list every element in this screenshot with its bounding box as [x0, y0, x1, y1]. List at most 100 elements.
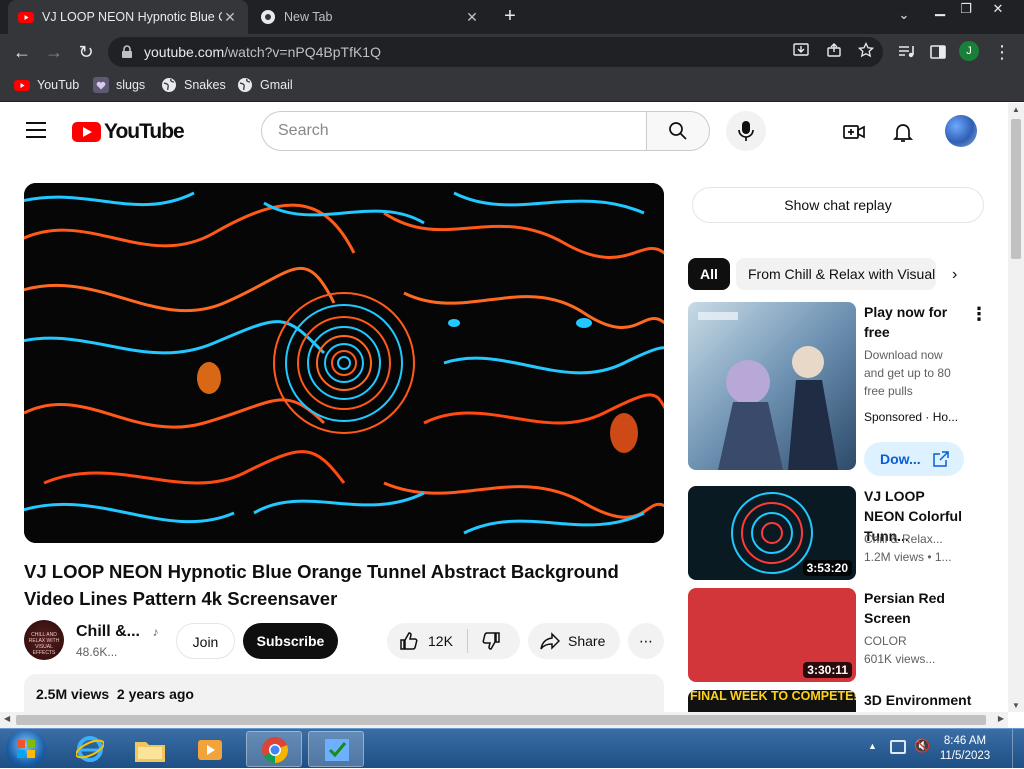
account-avatar[interactable] [945, 115, 977, 147]
new-tab-plus-icon[interactable]: + [499, 5, 521, 27]
show-desktop-button[interactable] [1012, 729, 1024, 769]
like-divider [467, 629, 468, 653]
channel-name[interactable]: Chill &... ♪ [76, 623, 158, 641]
rec-title: 3D Environment [864, 692, 972, 708]
search-button[interactable] [646, 111, 710, 151]
ad-cta-button[interactable]: Dow... [864, 442, 964, 476]
scroll-left-arrow-icon[interactable]: ◀ [4, 714, 10, 723]
cta-label: Dow... [880, 451, 921, 467]
minimize-icon[interactable]: ▁ [926, 0, 954, 20]
bookmark-star-icon[interactable] [858, 42, 874, 58]
channel-avatar[interactable]: CHILL AND RELAX WITH VISUAL EFFECTS [24, 620, 64, 660]
scroll-right-arrow-icon[interactable]: ▶ [998, 714, 1004, 723]
voice-search-button[interactable] [726, 111, 766, 151]
taskbar-media-player[interactable] [182, 731, 238, 767]
forward-arrow-icon[interactable]: → [42, 40, 66, 64]
menu-hamburger-icon[interactable] [26, 122, 46, 138]
side-panel-icon[interactable] [929, 43, 947, 61]
join-button[interactable]: Join [176, 623, 235, 659]
share-button[interactable]: Share [528, 623, 620, 659]
thumbs-up-icon [400, 632, 418, 650]
recommendation-item[interactable]: 3:30:11 Persian Red Screen COLOR 601K vi… [688, 588, 1008, 682]
thumbs-down-icon[interactable] [481, 631, 501, 651]
rec-thumbnail[interactable]: 3:30:11 [688, 588, 856, 682]
video-player[interactable] [24, 183, 664, 543]
address-bar[interactable]: youtube.com/watch?v=nPQ4BpTfK1Q [108, 37, 883, 67]
notifications-bell-icon[interactable] [892, 121, 914, 143]
rec-title: Play now for free [864, 304, 948, 340]
horizontal-scrollbar[interactable]: ◀ ▶ [0, 712, 1008, 728]
chevron-right-icon[interactable]: › [952, 266, 957, 284]
restore-icon[interactable]: ❐ [952, 0, 980, 20]
recommendation-item[interactable]: 3:53:20 VJ LOOP NEON Colorful Tunn... Ch… [688, 486, 1008, 580]
show-hidden-icons-icon[interactable]: ▲ [868, 741, 877, 751]
like-count: 12K [428, 633, 453, 649]
youtube-favicon-icon [18, 12, 34, 23]
rec-views: 1.2M views • 1... [864, 550, 952, 564]
back-arrow-icon[interactable]: ← [10, 40, 34, 64]
horizontal-scroll-thumb[interactable] [16, 715, 986, 725]
chip-all[interactable]: All [688, 258, 730, 290]
vertical-scrollbar[interactable]: ▲ ▼ [1008, 103, 1024, 712]
scroll-up-arrow-icon[interactable]: ▲ [1012, 105, 1020, 114]
share-arrow-icon [540, 632, 560, 650]
show-chat-replay-button[interactable]: Show chat replay [692, 187, 984, 223]
youtube-logo[interactable]: YouTube [72, 120, 185, 144]
vertical-scroll-thumb[interactable] [1011, 119, 1021, 259]
scroll-down-arrow-icon[interactable]: ▼ [1012, 701, 1020, 710]
tab-youtube-video[interactable]: VJ LOOP NEON Hypnotic Blue Or ✕ [8, 0, 248, 34]
rec-thumbnail[interactable]: 3:53:20 [688, 486, 856, 580]
chip-from-channel[interactable]: From Chill & Relax with Visual [736, 258, 936, 290]
channel-name-text: Chill &... [76, 623, 140, 640]
description-box[interactable]: 2.5M views 2 years ago [24, 674, 664, 712]
more-actions-icon[interactable]: ⋯ [628, 623, 664, 659]
tab-close-icon[interactable]: ✕ [222, 9, 238, 26]
taskbar-internet-explorer[interactable] [62, 731, 118, 767]
profile-avatar[interactable]: J [959, 41, 979, 61]
bookmark-label: slugs [116, 78, 146, 92]
external-link-icon [933, 451, 949, 467]
rec-thumbnail[interactable]: FINAL WEEK TO COMPETE! [688, 690, 856, 712]
taskbar-file-explorer[interactable] [122, 731, 178, 767]
rec-sponsored: Sponsored · Ho... [864, 410, 959, 424]
more-menu-icon[interactable]: ⋮ [990, 40, 1014, 64]
youtube-play-icon [72, 122, 101, 142]
lock-icon [122, 45, 132, 58]
search-input[interactable]: Search [261, 111, 647, 151]
tab-close-icon[interactable]: ✕ [464, 9, 480, 26]
recommendation-ad[interactable]: Play now for free Download now and get u… [688, 302, 1008, 476]
system-clock[interactable]: 8:46 AM 11/5/2023 [935, 734, 995, 764]
more-vertical-icon[interactable]: ⋮ [970, 304, 988, 325]
bookmark-slugs[interactable]: slugs [93, 77, 145, 93]
network-icon[interactable] [890, 740, 906, 754]
tab-new-tab[interactable]: New Tab ✕ [250, 0, 490, 34]
share-label: Share [568, 633, 606, 649]
bookmark-gmail[interactable]: Gmail [237, 77, 293, 93]
ad-thumbnail[interactable] [688, 302, 856, 470]
like-button[interactable]: 12K [387, 623, 467, 659]
volume-muted-icon[interactable]: 🔇 [914, 738, 930, 754]
taskbar-app[interactable] [308, 731, 364, 767]
reload-icon[interactable]: ↻ [74, 40, 98, 64]
subscribe-button[interactable]: Subscribe [243, 623, 338, 659]
internet-explorer-icon [76, 736, 104, 762]
like-dislike-group: 12K [387, 623, 520, 659]
windows-logo-icon [17, 740, 35, 758]
share-page-icon[interactable] [826, 42, 842, 58]
rec-description: Download now and get up to 80 free pulls [864, 348, 951, 398]
clock-date: 11/5/2023 [939, 750, 991, 762]
bookmark-snakes[interactable]: Snakes [161, 77, 226, 93]
install-app-icon[interactable] [793, 42, 809, 58]
taskbar-chrome[interactable] [246, 731, 302, 767]
tab-search-chevron-icon[interactable]: ⌄ [890, 6, 918, 26]
bookmark-youtube[interactable]: YouTub [14, 77, 79, 93]
start-button[interactable] [6, 730, 46, 768]
recommendation-item[interactable]: FINAL WEEK TO COMPETE! 3D Environment [688, 690, 1008, 712]
globe-icon [238, 78, 252, 92]
media-queue-icon[interactable] [897, 43, 915, 61]
video-duration: 3:30:11 [803, 662, 852, 678]
views-and-date: 2.5M views 2 years ago [36, 686, 194, 702]
microphone-icon [738, 121, 754, 141]
close-window-icon[interactable]: ✕ [984, 0, 1012, 20]
create-video-icon[interactable] [843, 121, 865, 143]
